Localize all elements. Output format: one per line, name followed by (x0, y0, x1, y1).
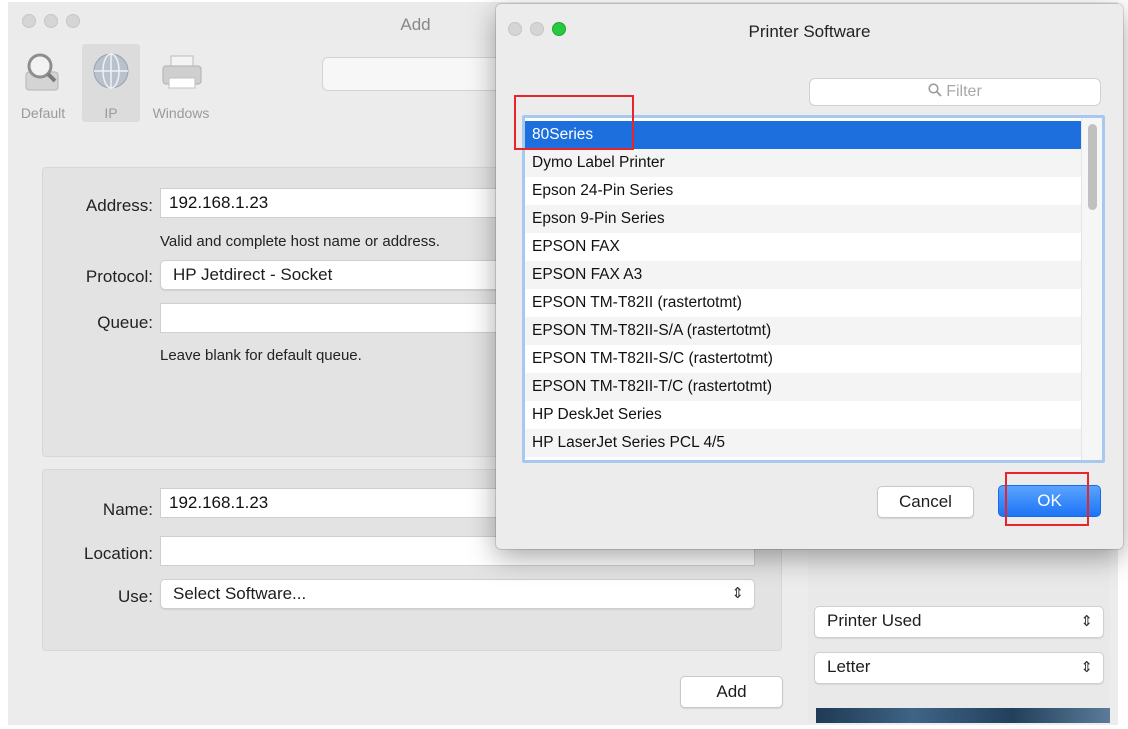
list-item[interactable]: Dymo Label Printer (525, 149, 1081, 177)
paper-size-popup[interactable]: Letter ⇕ (814, 652, 1104, 684)
list-scrollbar[interactable] (1081, 118, 1102, 460)
search-icon (928, 83, 942, 97)
filter-search-field[interactable]: Filter (809, 78, 1101, 106)
use-software-popup[interactable]: Select Software... ⇕ (160, 579, 755, 609)
protocol-label: Protocol: (85, 267, 153, 286)
address-label: Address: (85, 196, 153, 215)
add-button[interactable]: Add (680, 676, 783, 708)
protocol-value: HP Jetdirect - Socket (173, 265, 333, 284)
cancel-button[interactable]: Cancel (877, 486, 974, 518)
annotation-highlight-ok (1005, 472, 1089, 526)
printer-software-dialog: Printer Software Filter 80Series Dymo La… (496, 4, 1123, 549)
address-hint: Valid and complete host name or address. (160, 233, 440, 250)
filter-placeholder: Filter (946, 83, 982, 100)
paper-size-value: Letter (827, 657, 871, 676)
list-item[interactable]: EPSON TM-T82II-S/C (rastertotmt) (525, 345, 1081, 373)
toolbar-ip-label: IP (104, 105, 118, 121)
annotation-highlight-80series (514, 95, 634, 150)
list-item[interactable]: EPSON TM-T82II (rastertotmt) (525, 289, 1081, 317)
toolbar-default-label: Default (20, 105, 66, 121)
use-software-value: Select Software... (173, 584, 307, 603)
toolbar-search-field[interactable] (322, 57, 522, 91)
location-label: Location: (84, 544, 153, 563)
printer-icon (162, 55, 202, 89)
desktop-wallpaper (816, 708, 1110, 723)
list-item[interactable]: Epson 9-Pin Series (525, 205, 1081, 233)
queue-label: Queue: (97, 313, 153, 332)
list-item[interactable]: EPSON TM-T82II-T/C (rastertotmt) (525, 373, 1081, 401)
toolbar-default-tab[interactable]: Default (8, 44, 78, 122)
printer-used-value: Printer Used (827, 611, 922, 630)
chevron-updown-icon: ⇕ (731, 585, 744, 602)
list-item[interactable]: HP DeskJet Series (525, 401, 1081, 429)
list-item[interactable]: EPSON FAX (525, 233, 1081, 261)
toolbar-windows-label: Windows (152, 105, 210, 121)
printer-software-list[interactable]: 80Series Dymo Label Printer Epson 24-Pin… (522, 115, 1105, 463)
list-item[interactable]: HP LaserJet Series PCL 4/5 (525, 429, 1081, 457)
list-item[interactable]: EPSON FAX A3 (525, 261, 1081, 289)
chevron-updown-icon: ⇕ (1080, 613, 1093, 630)
queue-hint: Leave blank for default queue. (160, 347, 362, 364)
globe-icon (93, 53, 129, 89)
dialog-title: Printer Software (748, 22, 871, 41)
chevron-updown-icon: ⇕ (1080, 659, 1093, 676)
printer-used-popup[interactable]: Printer Used ⇕ (814, 606, 1104, 638)
name-label: Name: (102, 500, 153, 519)
scrollbar-thumb[interactable] (1088, 124, 1097, 210)
use-label: Use: (118, 587, 153, 606)
list-item[interactable]: EPSON TM-T82II-S/A (rastertotmt) (525, 317, 1081, 345)
magnifier-icon (25, 53, 59, 91)
toolbar-ip-tab[interactable]: IP (82, 44, 140, 122)
list-item[interactable]: Epson 24-Pin Series (525, 177, 1081, 205)
background-printer-window: Printer Used ⇕ Letter ⇕ (808, 548, 1110, 723)
filter-placeholder-row: Filter (810, 83, 1100, 101)
toolbar-windows-tab[interactable]: Windows (144, 44, 218, 122)
